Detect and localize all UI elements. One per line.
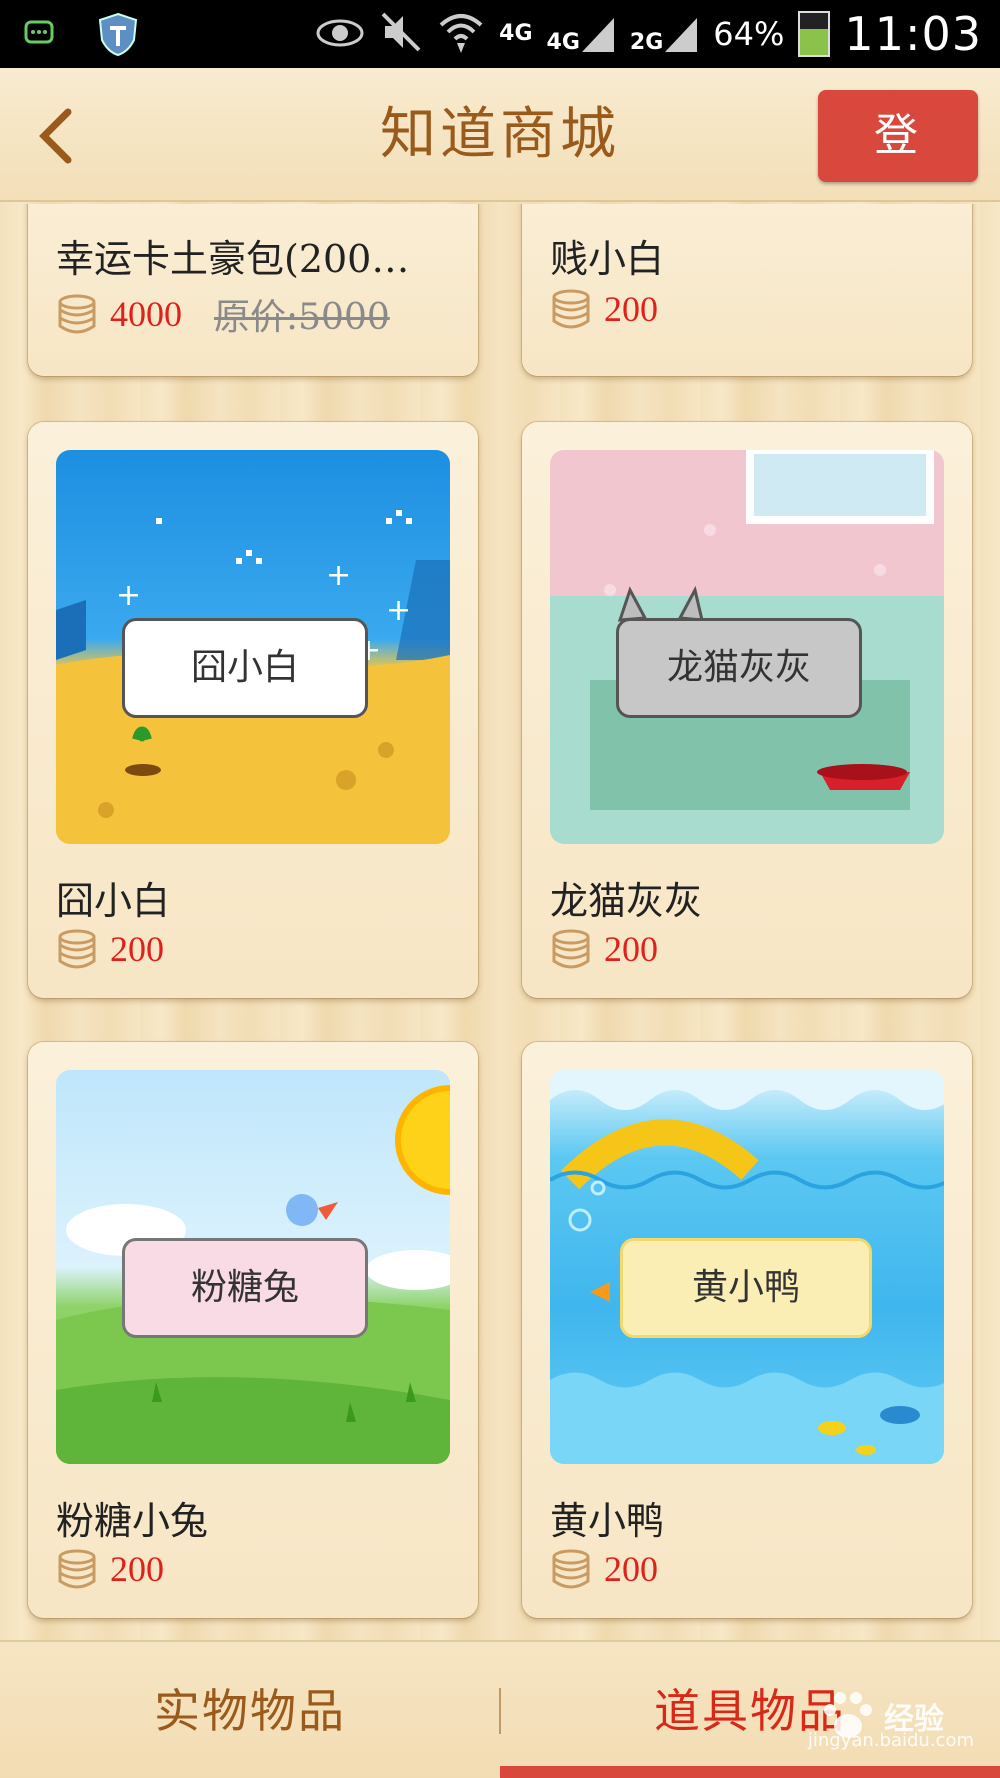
chat-icon — [24, 19, 54, 53]
product-card-jian-xiaobai[interactable]: 贱小白 200 — [522, 204, 972, 376]
price-row: 200 — [550, 288, 658, 330]
svg-text:+: + — [386, 593, 411, 628]
login-button[interactable]: 登 录 — [818, 90, 978, 253]
signal-icon-2: 2G — [630, 14, 699, 54]
original-price: 原价:5000 — [214, 297, 390, 338]
product-card-fentang-xiaotu[interactable]: 粉糖兔 粉糖小兔 200 — [28, 1042, 478, 1618]
thumb-label: 龙猫灰灰 — [616, 618, 862, 718]
product-card-longmao-huihui[interactable]: 龙猫灰灰 龙猫灰灰 200 — [522, 422, 972, 998]
back-button[interactable] — [26, 104, 86, 168]
price-row: 200 — [550, 928, 658, 970]
watermark: 经验 jingyan.baidu.com — [808, 1688, 974, 1751]
network-2g-label: 2G — [629, 30, 664, 55]
product-thumb: + + + + 囧小白 — [56, 450, 450, 844]
chevron-left-icon — [39, 108, 72, 164]
product-thumb: 粉糖兔 — [56, 1070, 450, 1464]
product-price: 4000 — [110, 294, 182, 334]
coin-icon — [58, 294, 96, 334]
product-name: 黄小鸭 — [550, 1499, 665, 1543]
product-thumb: 龙猫灰灰 — [550, 450, 944, 844]
tab-physical-items[interactable]: 实物物品 — [0, 1642, 500, 1778]
product-name: 粉糖小兔 — [56, 1499, 209, 1543]
battery-icon — [798, 11, 831, 57]
coin-icon — [552, 1549, 590, 1589]
signal-icon: 4G — [547, 14, 616, 54]
product-card-lucky-pack[interactable]: 幸运卡土豪包(200… 4000 原价:5000 — [28, 204, 478, 376]
coin-icon — [552, 289, 590, 329]
price-row: 200 — [550, 1548, 658, 1590]
product-name: 幸运卡土豪包(200… — [56, 237, 410, 281]
coin-icon — [552, 929, 590, 969]
app-header: 知道商城 登 录 — [0, 68, 1000, 253]
network-4g-label-2: 4G — [546, 30, 580, 55]
price-row: 200 — [56, 1548, 164, 1590]
product-grid: 幸运卡土豪包(200… 4000 原价:5000 贱小白 200 + + + + — [0, 204, 1000, 1640]
mute-icon — [379, 10, 423, 58]
watermark-url: jingyan.baidu.com — [807, 1730, 974, 1751]
network-4g-label: 4G — [499, 21, 533, 46]
status-bar: 4G 4G 2G 64% 11:03 — [0, 0, 1000, 68]
product-price: 200 — [110, 929, 164, 969]
product-card-huang-xiaoya[interactable]: 黄小鸭 黄小鸭 200 — [522, 1042, 972, 1618]
eye-icon — [315, 15, 365, 53]
coin-icon — [58, 1549, 96, 1589]
product-price: 200 — [110, 1549, 164, 1589]
active-tab-indicator — [500, 1766, 1000, 1778]
wifi-icon — [437, 9, 485, 59]
battery-percent: 64% — [713, 15, 785, 53]
product-thumb: 黄小鸭 — [550, 1070, 944, 1464]
product-price: 200 — [604, 929, 658, 969]
thumb-label: 粉糖兔 — [122, 1238, 368, 1338]
price-row: 200 — [56, 928, 164, 970]
thumb-label: 囧小白 — [122, 618, 368, 718]
shield-icon — [98, 12, 138, 60]
coin-icon — [58, 929, 96, 969]
product-name: 贱小白 — [550, 237, 665, 281]
svg-text:+: + — [326, 558, 351, 593]
product-name: 囧小白 — [56, 879, 171, 923]
clock: 11:03 — [844, 7, 982, 61]
svg-text:+: + — [116, 578, 141, 613]
product-name: 龙猫灰灰 — [550, 879, 703, 923]
bottom-tab-bar: 实物物品 道具物品 经验 jingyan.baidu.com — [0, 1640, 1000, 1778]
price-row: 4000 原价:5000 — [56, 288, 390, 340]
product-price: 200 — [604, 289, 658, 329]
thumb-label: 黄小鸭 — [620, 1238, 872, 1338]
product-card-jiong-xiaobai[interactable]: + + + + 囧小白 囧小白 200 — [28, 422, 478, 998]
product-price: 200 — [604, 1549, 658, 1589]
